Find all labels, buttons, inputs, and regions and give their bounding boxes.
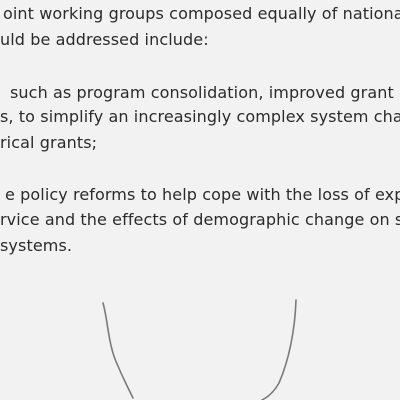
text-line-3: such as program consolidation, improved … bbox=[10, 83, 400, 102]
text-line-1: oint working groups composed equally of … bbox=[3, 4, 400, 23]
scribble-right-stroke bbox=[261, 299, 297, 400]
text-line-7: rvice and the effects of demographic cha… bbox=[0, 210, 400, 229]
text-line-5: rical grants; bbox=[0, 133, 98, 152]
text-line-8: systems. bbox=[0, 236, 73, 255]
document-page: oint working groups composed equally of … bbox=[0, 0, 400, 400]
text-line-4: s, to simplify an increasingly complex s… bbox=[0, 107, 400, 126]
text-line-2: uld be addressed include: bbox=[0, 30, 209, 49]
scribble-left-stroke bbox=[102, 302, 134, 399]
text-line-6: e policy reforms to help cope with the l… bbox=[5, 185, 400, 204]
